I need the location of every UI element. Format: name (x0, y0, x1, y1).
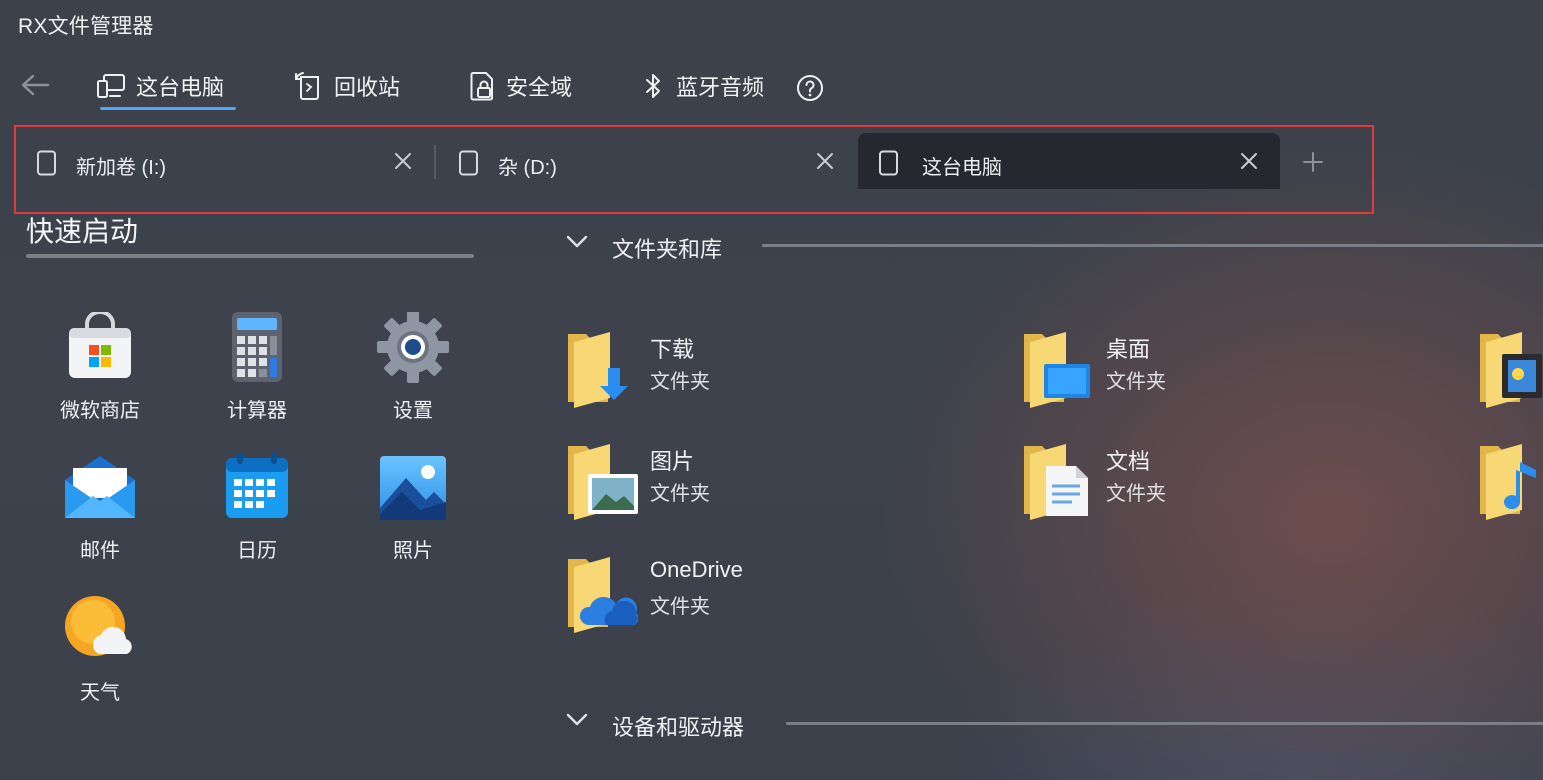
close-icon (395, 153, 411, 169)
drive-icon (879, 150, 898, 176)
videos-folder-icon (1480, 332, 1542, 408)
active-tab-indicator (100, 107, 236, 110)
section-libraries-title: 文件夹和库 (612, 237, 723, 262)
nav-bluetooth-audio[interactable]: 蓝牙音频 (640, 66, 764, 106)
app-title: RX文件管理器 (18, 15, 154, 38)
app-tile-store[interactable]: 微软商店 (35, 312, 165, 432)
onedrive-folder-icon (568, 557, 638, 633)
folder-desktop[interactable]: 桌面 文件夹 (1022, 328, 1322, 418)
folder-type: 文件夹 (650, 483, 710, 505)
tab-close-button[interactable] (389, 147, 417, 175)
tab-this-pc[interactable]: 这台电脑 (858, 133, 1280, 189)
app-label: 设置 (393, 400, 433, 422)
tab-label: 新加卷 (I:) (76, 157, 166, 179)
close-icon (1241, 153, 1257, 169)
music-folder-icon (1480, 444, 1536, 520)
tab-misc-drive[interactable]: 杂 (D:) (438, 133, 856, 189)
this-pc-icon (97, 74, 125, 98)
section-devices-title: 设备和驱动器 (612, 715, 745, 740)
app-label: 日历 (237, 540, 277, 562)
folder-onedrive[interactable]: OneDrive 文件夹 (566, 553, 866, 643)
tab-label: 这台电脑 (922, 157, 1002, 179)
folder-name: OneDrive (650, 557, 743, 582)
app-label: 计算器 (227, 400, 287, 422)
app-label: 微软商店 (60, 400, 140, 422)
calculator-icon (232, 312, 282, 382)
documents-folder-icon (1024, 444, 1088, 520)
folder-name: 图片 (650, 449, 695, 474)
nav-recycle-bin[interactable]: 回收站 (294, 66, 400, 106)
folder-name: 桌面 (1106, 337, 1151, 362)
app-label: 邮件 (80, 540, 120, 562)
drive-icon (459, 150, 478, 176)
folder-videos-partial[interactable] (1478, 328, 1543, 410)
chevron-down-icon (566, 713, 588, 726)
desktop-folder-icon (1024, 332, 1090, 408)
app-tile-calendar[interactable]: 日历 (192, 452, 322, 572)
settings-gear-icon (377, 312, 449, 383)
section-devices[interactable]: 设备和驱动器 (566, 706, 1543, 740)
weather-icon (65, 596, 132, 656)
store-icon (69, 312, 131, 378)
folder-type: 文件夹 (650, 596, 710, 618)
help-button[interactable] (796, 74, 824, 107)
tab-label: 杂 (D:) (498, 157, 557, 179)
back-button[interactable] (18, 66, 52, 104)
folder-type: 文件夹 (1106, 483, 1166, 505)
quick-launch-title: 快速启动 (26, 216, 139, 247)
folder-downloads[interactable]: 下载 文件夹 (566, 328, 866, 418)
folder-pictures[interactable]: 图片 文件夹 (566, 440, 866, 530)
tab-new-volume[interactable]: 新加卷 (I:) (16, 133, 434, 189)
app-tile-settings[interactable]: 设置 (348, 312, 478, 432)
folder-name: 下载 (650, 337, 695, 362)
nav-secure-vault[interactable]: 安全域 (468, 66, 572, 106)
close-icon (817, 153, 833, 169)
app-tile-weather[interactable]: 天气 (35, 594, 165, 714)
recycle-bin-icon (295, 72, 319, 100)
quick-launch-divider (26, 254, 474, 258)
section-libraries[interactable]: 文件夹和库 (566, 228, 1543, 262)
photos-icon (380, 456, 446, 520)
back-arrow-icon (21, 74, 50, 96)
section-divider (762, 244, 1543, 247)
help-circle-icon (797, 75, 823, 101)
nav-secure-vault-label: 安全域 (506, 75, 573, 100)
bluetooth-icon (646, 74, 660, 98)
chevron-down-icon (566, 235, 588, 248)
folder-type: 文件夹 (650, 371, 710, 393)
tab-close-button[interactable] (811, 147, 839, 175)
folder-name: 文档 (1106, 449, 1151, 474)
calendar-icon (226, 452, 288, 518)
tab-separator (434, 145, 436, 179)
folder-documents[interactable]: 文档 文件夹 (1022, 440, 1322, 530)
downloads-folder-icon (568, 332, 628, 408)
nav-recycle-bin-label: 回收站 (334, 75, 401, 100)
app-label: 照片 (393, 540, 433, 562)
app-tile-calculator[interactable]: 计算器 (192, 312, 322, 432)
nav-bluetooth-audio-label: 蓝牙音频 (676, 75, 765, 100)
new-tab-button[interactable] (1298, 147, 1328, 177)
tab-strip: 新加卷 (I:) 杂 (D:) 这台电脑 (16, 127, 1374, 213)
folder-type: 文件夹 (1106, 371, 1166, 393)
app-tile-mail[interactable]: 邮件 (35, 452, 165, 572)
tab-close-button[interactable] (1235, 147, 1263, 175)
app-tile-photos[interactable]: 照片 (348, 452, 478, 572)
drive-icon (37, 150, 56, 176)
nav-this-pc-label: 这台电脑 (136, 75, 225, 100)
mail-icon (65, 456, 135, 518)
secure-vault-icon (470, 72, 493, 101)
nav-this-pc[interactable]: 这台电脑 (96, 66, 236, 110)
section-divider (786, 722, 1543, 725)
folder-music-partial[interactable] (1478, 440, 1543, 522)
app-label: 天气 (80, 682, 120, 704)
pictures-folder-icon (568, 444, 638, 520)
plus-icon (1303, 152, 1323, 172)
